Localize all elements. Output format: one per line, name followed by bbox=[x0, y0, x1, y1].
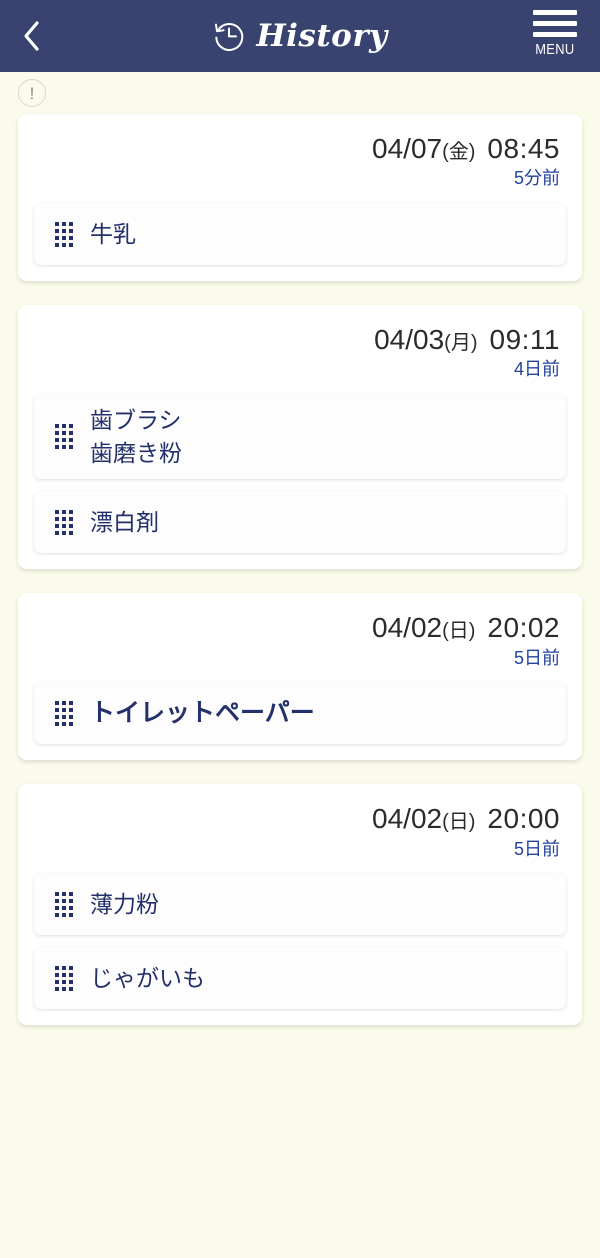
list-item-label: トイレットペーパー bbox=[90, 698, 315, 727]
menu-button[interactable]: MENU bbox=[524, 6, 586, 58]
menu-button-label: MENU bbox=[535, 41, 575, 58]
list-item-texts: 牛乳 bbox=[90, 218, 136, 251]
history-card-weekday: (月) bbox=[444, 332, 478, 355]
history-card-items: トイレットペーパー bbox=[34, 682, 566, 745]
history-card-datetime: 04/02(日) 20:02 bbox=[34, 613, 560, 643]
list-item-label: 牛乳 bbox=[90, 220, 136, 247]
page-title: History bbox=[256, 18, 388, 54]
list-item[interactable]: 歯ブラシ 歯磨き粉 bbox=[34, 394, 566, 480]
list-item-label: 薄力粉 bbox=[90, 891, 159, 918]
history-card: 04/02(日) 20:02 5日前トイレットペーパー bbox=[18, 593, 582, 761]
history-card-datetime: 04/02(日) 20:00 bbox=[34, 804, 560, 834]
history-card-date: 04/07 bbox=[372, 133, 443, 164]
history-card-relative-time: 5日前 bbox=[513, 838, 560, 859]
exclamation-circle-icon[interactable]: ! bbox=[18, 79, 46, 107]
list-item-texts: 歯ブラシ 歯磨き粉 bbox=[90, 404, 182, 469]
clock-rewind-icon bbox=[215, 23, 244, 51]
list-item[interactable]: 薄力粉 bbox=[34, 873, 566, 936]
drag-handle-icon[interactable] bbox=[54, 965, 74, 991]
alert-row: ! bbox=[0, 72, 600, 114]
history-card-time: 09:11 bbox=[489, 324, 560, 356]
list-item[interactable]: 漂白剤 bbox=[34, 491, 566, 554]
list-item-texts: 薄力粉 bbox=[90, 888, 159, 921]
history-card: 04/02(日) 20:00 5日前薄力粉じゃがいも bbox=[18, 784, 582, 1026]
list-item-label: 漂白剤 bbox=[90, 509, 159, 536]
list-item-texts: じゃがいも bbox=[90, 962, 205, 995]
history-card-weekday: (日) bbox=[442, 620, 476, 643]
history-card-time: 08:45 bbox=[487, 133, 560, 164]
list-item[interactable]: じゃがいも bbox=[34, 947, 566, 1010]
history-card-datetime: 04/03(月) 09:11 bbox=[34, 324, 560, 356]
drag-handle-icon[interactable] bbox=[54, 221, 74, 247]
drag-handle-icon[interactable] bbox=[54, 509, 74, 535]
history-card-datetime: 04/07(金) 08:45 bbox=[34, 133, 560, 164]
history-card-time: 20:02 bbox=[487, 612, 560, 644]
list-item[interactable]: トイレットペーパー bbox=[34, 682, 566, 745]
history-card-weekday: (金) bbox=[442, 141, 476, 163]
list-item-label: 歯ブラシ bbox=[90, 407, 182, 434]
drag-handle-icon[interactable] bbox=[54, 700, 74, 726]
drag-handle-icon[interactable] bbox=[54, 424, 74, 450]
history-card-meta: 04/07(金) 08:45 5分前 bbox=[34, 128, 566, 191]
list-item-texts: トイレットペーパー bbox=[90, 696, 315, 732]
history-card-relative-time: 5日前 bbox=[513, 647, 560, 668]
history-card-date: 04/03 bbox=[374, 324, 445, 356]
history-card-date: 04/02 bbox=[372, 803, 443, 835]
exclamation-symbol: ! bbox=[29, 83, 35, 103]
history-card-relative-time: 4日前 bbox=[513, 359, 560, 380]
hamburger-icon bbox=[533, 6, 577, 37]
history-card-relative-time: 5分前 bbox=[513, 168, 560, 189]
history-list: 04/07(金) 08:45 5分前牛乳 04/03(月) 09:11 4日前歯ブラシ歯磨… bbox=[0, 114, 600, 1026]
history-card-meta: 04/02(日) 20:00 5日前 bbox=[34, 798, 566, 861]
history-card-meta: 04/03(月) 09:11 4日前 bbox=[34, 319, 566, 382]
history-card-time: 20:00 bbox=[487, 803, 560, 835]
history-card-meta: 04/02(日) 20:02 5日前 bbox=[34, 607, 566, 670]
list-item[interactable]: 牛乳 bbox=[34, 203, 566, 266]
history-card-items: 牛乳 bbox=[34, 203, 566, 266]
app-header-center: History bbox=[0, 0, 600, 72]
list-item-label: 歯磨き粉 bbox=[90, 439, 182, 466]
history-card-date: 04/02 bbox=[372, 612, 443, 644]
app-header: History MENU bbox=[0, 0, 600, 72]
drag-handle-icon[interactable] bbox=[54, 891, 74, 917]
list-item-texts: 漂白剤 bbox=[90, 506, 159, 539]
history-card-weekday: (日) bbox=[442, 811, 476, 834]
history-card: 04/07(金) 08:45 5分前牛乳 bbox=[18, 114, 582, 282]
back-button[interactable] bbox=[0, 0, 64, 72]
history-card-items: 薄力粉 じゃがいも bbox=[34, 873, 566, 1010]
history-card-items: 歯ブラシ歯磨き粉漂白剤 bbox=[34, 394, 566, 554]
list-item-label: じゃがいも bbox=[90, 965, 205, 992]
chevron-left-icon bbox=[24, 21, 39, 51]
history-card: 04/03(月) 09:11 4日前歯ブラシ歯磨き粉漂白剤 bbox=[18, 305, 582, 570]
